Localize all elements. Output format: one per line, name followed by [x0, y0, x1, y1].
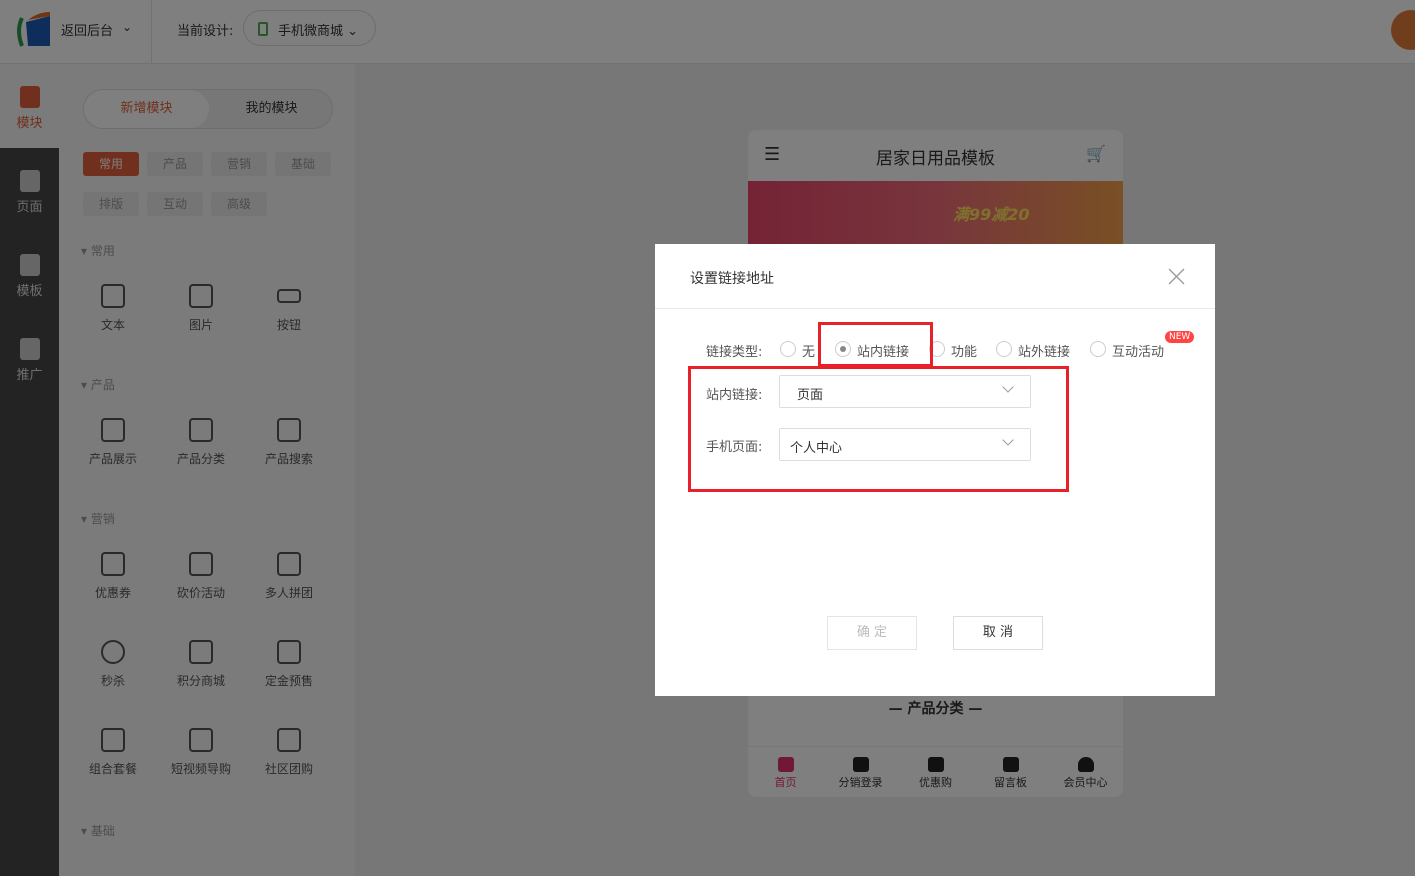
highlight-box	[818, 322, 933, 367]
close-icon[interactable]	[1168, 268, 1185, 285]
radio-interactive-activity[interactable]: 互动活动	[1090, 341, 1164, 360]
cancel-button[interactable]: 取 消	[953, 616, 1043, 650]
new-badge: NEW	[1165, 331, 1195, 343]
dialog-title: 设置链接地址	[655, 244, 1215, 309]
link-type-label: 链接类型:	[706, 345, 763, 360]
confirm-button[interactable]: 确 定	[827, 616, 917, 650]
radio-external-link[interactable]: 站外链接	[996, 341, 1070, 360]
radio-function[interactable]: 功能	[929, 341, 977, 360]
highlight-box	[688, 366, 1069, 492]
radio-none[interactable]: 无	[780, 341, 815, 360]
